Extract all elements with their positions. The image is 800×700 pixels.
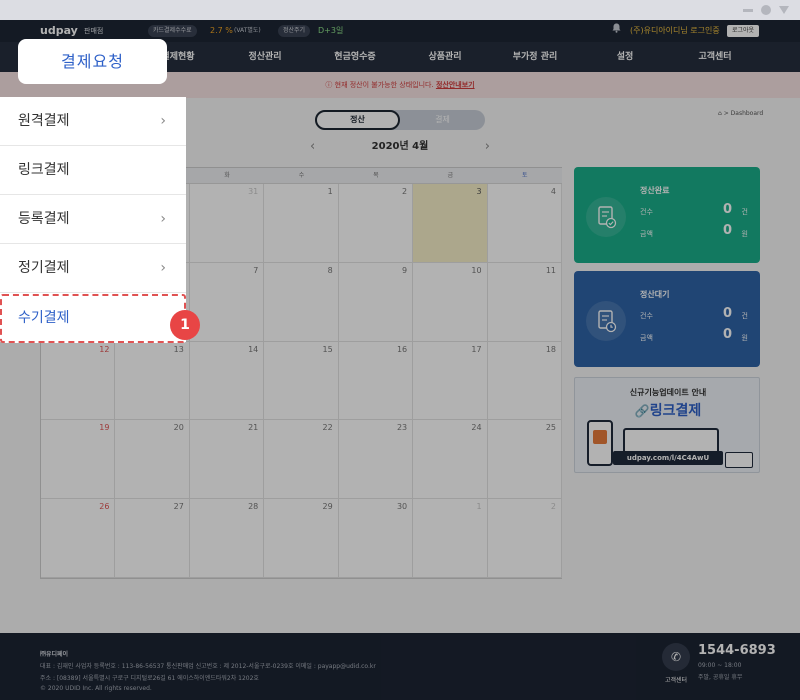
menu-item-remote-payment[interactable]: 원격결제 › [0,97,186,146]
menu-item-link-payment[interactable]: 링크결제 [0,146,186,195]
menu-item-recurring-payment[interactable]: 정기결제 › [0,244,186,293]
minimize-button[interactable] [743,9,753,12]
menu-item-label: 원격결제 [18,113,70,129]
menu-item-label: 등록결제 [18,211,70,227]
payment-request-button[interactable]: 결제요청 [18,39,167,84]
chevron-right-icon: › [160,211,166,227]
payment-request-menu: 원격결제 › 링크결제 등록결제 › 정기결제 › 수기결제 [0,97,186,343]
maximize-button[interactable] [761,5,771,15]
menu-item-manual-payment[interactable]: 수기결제 [0,294,186,343]
window-titlebar [0,0,800,20]
menu-item-label: 정기결제 [18,260,70,276]
menu-item-registered-payment[interactable]: 등록결제 › [0,195,186,244]
menu-item-label: 수기결제 [18,310,70,326]
chevron-right-icon: › [160,260,166,276]
step-badge: 1 [170,310,200,340]
close-button[interactable] [779,6,789,14]
chevron-right-icon: › [160,113,166,129]
menu-item-label: 링크결제 [18,162,70,178]
